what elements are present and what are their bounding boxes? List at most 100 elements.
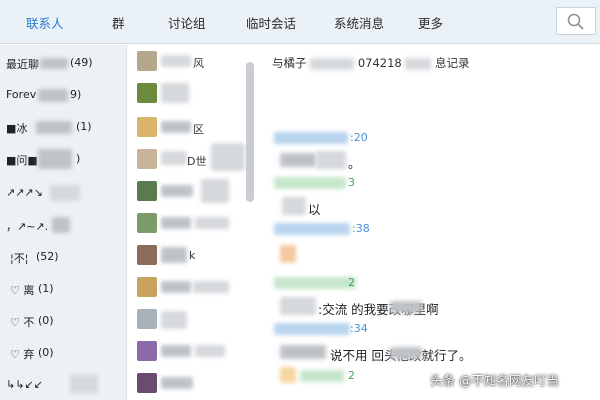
blurred-text: [70, 375, 98, 393]
blurred-text: [201, 179, 229, 203]
tab-temp-sessions[interactable]: 临时会话: [246, 13, 296, 32]
list-item-count: (1): [38, 282, 54, 295]
list-item[interactable]: ↳↳↙↙: [0, 371, 127, 399]
avatar: [137, 309, 157, 329]
member-row[interactable]: [127, 79, 259, 111]
blurred-text: [161, 55, 191, 67]
blurred-text: [38, 149, 72, 169]
member-list-scrollbar[interactable]: [246, 62, 254, 202]
blurred-text: [161, 247, 187, 263]
blurred-text: [193, 281, 229, 293]
blurred-text: [161, 311, 187, 329]
blurred-emoji: [280, 367, 296, 383]
tab-system-messages[interactable]: 系统消息: [334, 13, 384, 32]
blurred-text: [50, 185, 80, 201]
blurred-text: [405, 57, 432, 70]
blurred-text: [310, 57, 355, 70]
blurred-text: [390, 347, 422, 359]
avatar: [137, 83, 157, 103]
list-item-count: (49): [70, 56, 93, 69]
blurred-text: [195, 345, 225, 357]
member-row[interactable]: k: [127, 241, 259, 273]
list-item[interactable]: ♡ 弃 (0): [0, 339, 127, 367]
list-item-label: ¦不¦: [10, 252, 29, 265]
avatar: [137, 51, 157, 71]
blurred-text: [390, 301, 422, 313]
list-item-label: ↳↳↙↙: [6, 378, 43, 391]
chat-title: 与橘子 074218 息记录: [272, 55, 470, 71]
blurred-text: [161, 281, 191, 293]
tab-groups[interactable]: 群: [112, 13, 125, 32]
message-sender-line: 3: [348, 176, 355, 189]
list-item-label: ■问■: [6, 154, 38, 167]
message-time: :38: [352, 222, 370, 235]
blurred-text: [161, 377, 193, 389]
blurred-text: [300, 370, 344, 382]
blurred-text: [274, 323, 350, 335]
watermark: 头条 @不知名网友叮当: [430, 373, 559, 388]
avatar: [137, 373, 157, 393]
avatar: [137, 213, 157, 233]
blurred-text: [280, 297, 316, 315]
list-item[interactable]: ■问■ ): [0, 145, 127, 173]
member-row[interactable]: 风: [127, 47, 259, 79]
tab-contacts[interactable]: 联系人: [26, 13, 64, 49]
message-body: 以: [308, 202, 321, 217]
blurred-text: [161, 121, 191, 133]
blurred-text: [274, 277, 356, 289]
member-name: 风: [193, 57, 204, 70]
list-item-label: ↗↗↗↘: [6, 186, 43, 199]
member-row[interactable]: D世: [127, 143, 259, 177]
list-item-label: ♡ 离: [10, 284, 35, 297]
message-sender-line: 2: [348, 369, 355, 382]
member-name: D世: [187, 155, 207, 168]
blurred-text: [40, 58, 68, 69]
message-body: 。: [348, 156, 361, 171]
blurred-text: [36, 121, 72, 134]
list-item-label: ，↗~↗.: [6, 220, 49, 233]
list-item[interactable]: ↗↗↗↘: [0, 179, 127, 207]
list-item-label: ■冰: [6, 122, 28, 135]
member-row[interactable]: 区: [127, 113, 259, 145]
list-item[interactable]: 最近聊 (49): [0, 49, 127, 77]
blurred-text: [282, 197, 306, 215]
group-list: 最近聊 (49) Forev 9) ■冰 (1) ■问■ ) ↗↗↗↘ ，↗~↗…: [0, 45, 127, 400]
member-row[interactable]: [127, 209, 259, 241]
blurred-text: [274, 132, 348, 144]
search-button[interactable]: [556, 7, 596, 35]
list-item-count: (1): [76, 120, 92, 133]
message-time: :34: [350, 322, 368, 335]
message-sender-line: 2: [348, 276, 355, 289]
blurred-text: [161, 151, 187, 165]
list-item-label: ♡ 弃: [10, 348, 35, 361]
list-item[interactable]: ，↗~↗.: [0, 211, 127, 239]
member-row[interactable]: [127, 305, 259, 337]
list-item[interactable]: Forev 9): [0, 81, 127, 109]
blurred-text: [316, 151, 346, 169]
member-row[interactable]: [127, 337, 259, 369]
avatar: [137, 341, 157, 361]
member-list: 风 区 D世 k: [127, 45, 259, 400]
blurred-text: [161, 345, 191, 357]
blurred-text: [274, 177, 346, 189]
tab-more[interactable]: 更多: [418, 13, 443, 32]
list-item[interactable]: ¦不¦ (52): [0, 243, 127, 271]
blurred-text: [38, 89, 68, 102]
list-item[interactable]: ♡ 离 (1): [0, 275, 127, 303]
avatar: [137, 117, 157, 137]
chat-title-suffix: 息记录: [435, 56, 470, 70]
avatar: [137, 277, 157, 297]
blurred-emoji: [280, 245, 296, 263]
member-row[interactable]: [127, 177, 259, 209]
member-row[interactable]: [127, 369, 259, 400]
blurred-text: [195, 217, 229, 229]
list-item[interactable]: ■冰 (1): [0, 113, 127, 141]
list-item-count: (0): [38, 314, 54, 327]
list-item-label: Forev: [6, 88, 37, 101]
list-item-label: 最近聊: [6, 58, 39, 71]
tab-discussion-groups[interactable]: 讨论组: [168, 13, 206, 32]
blurred-text: [52, 217, 70, 233]
list-item[interactable]: ♡ 不 (0): [0, 307, 127, 335]
member-row[interactable]: [127, 273, 259, 305]
top-tab-bar: 联系人 群 讨论组 临时会话 系统消息 更多: [0, 0, 600, 49]
